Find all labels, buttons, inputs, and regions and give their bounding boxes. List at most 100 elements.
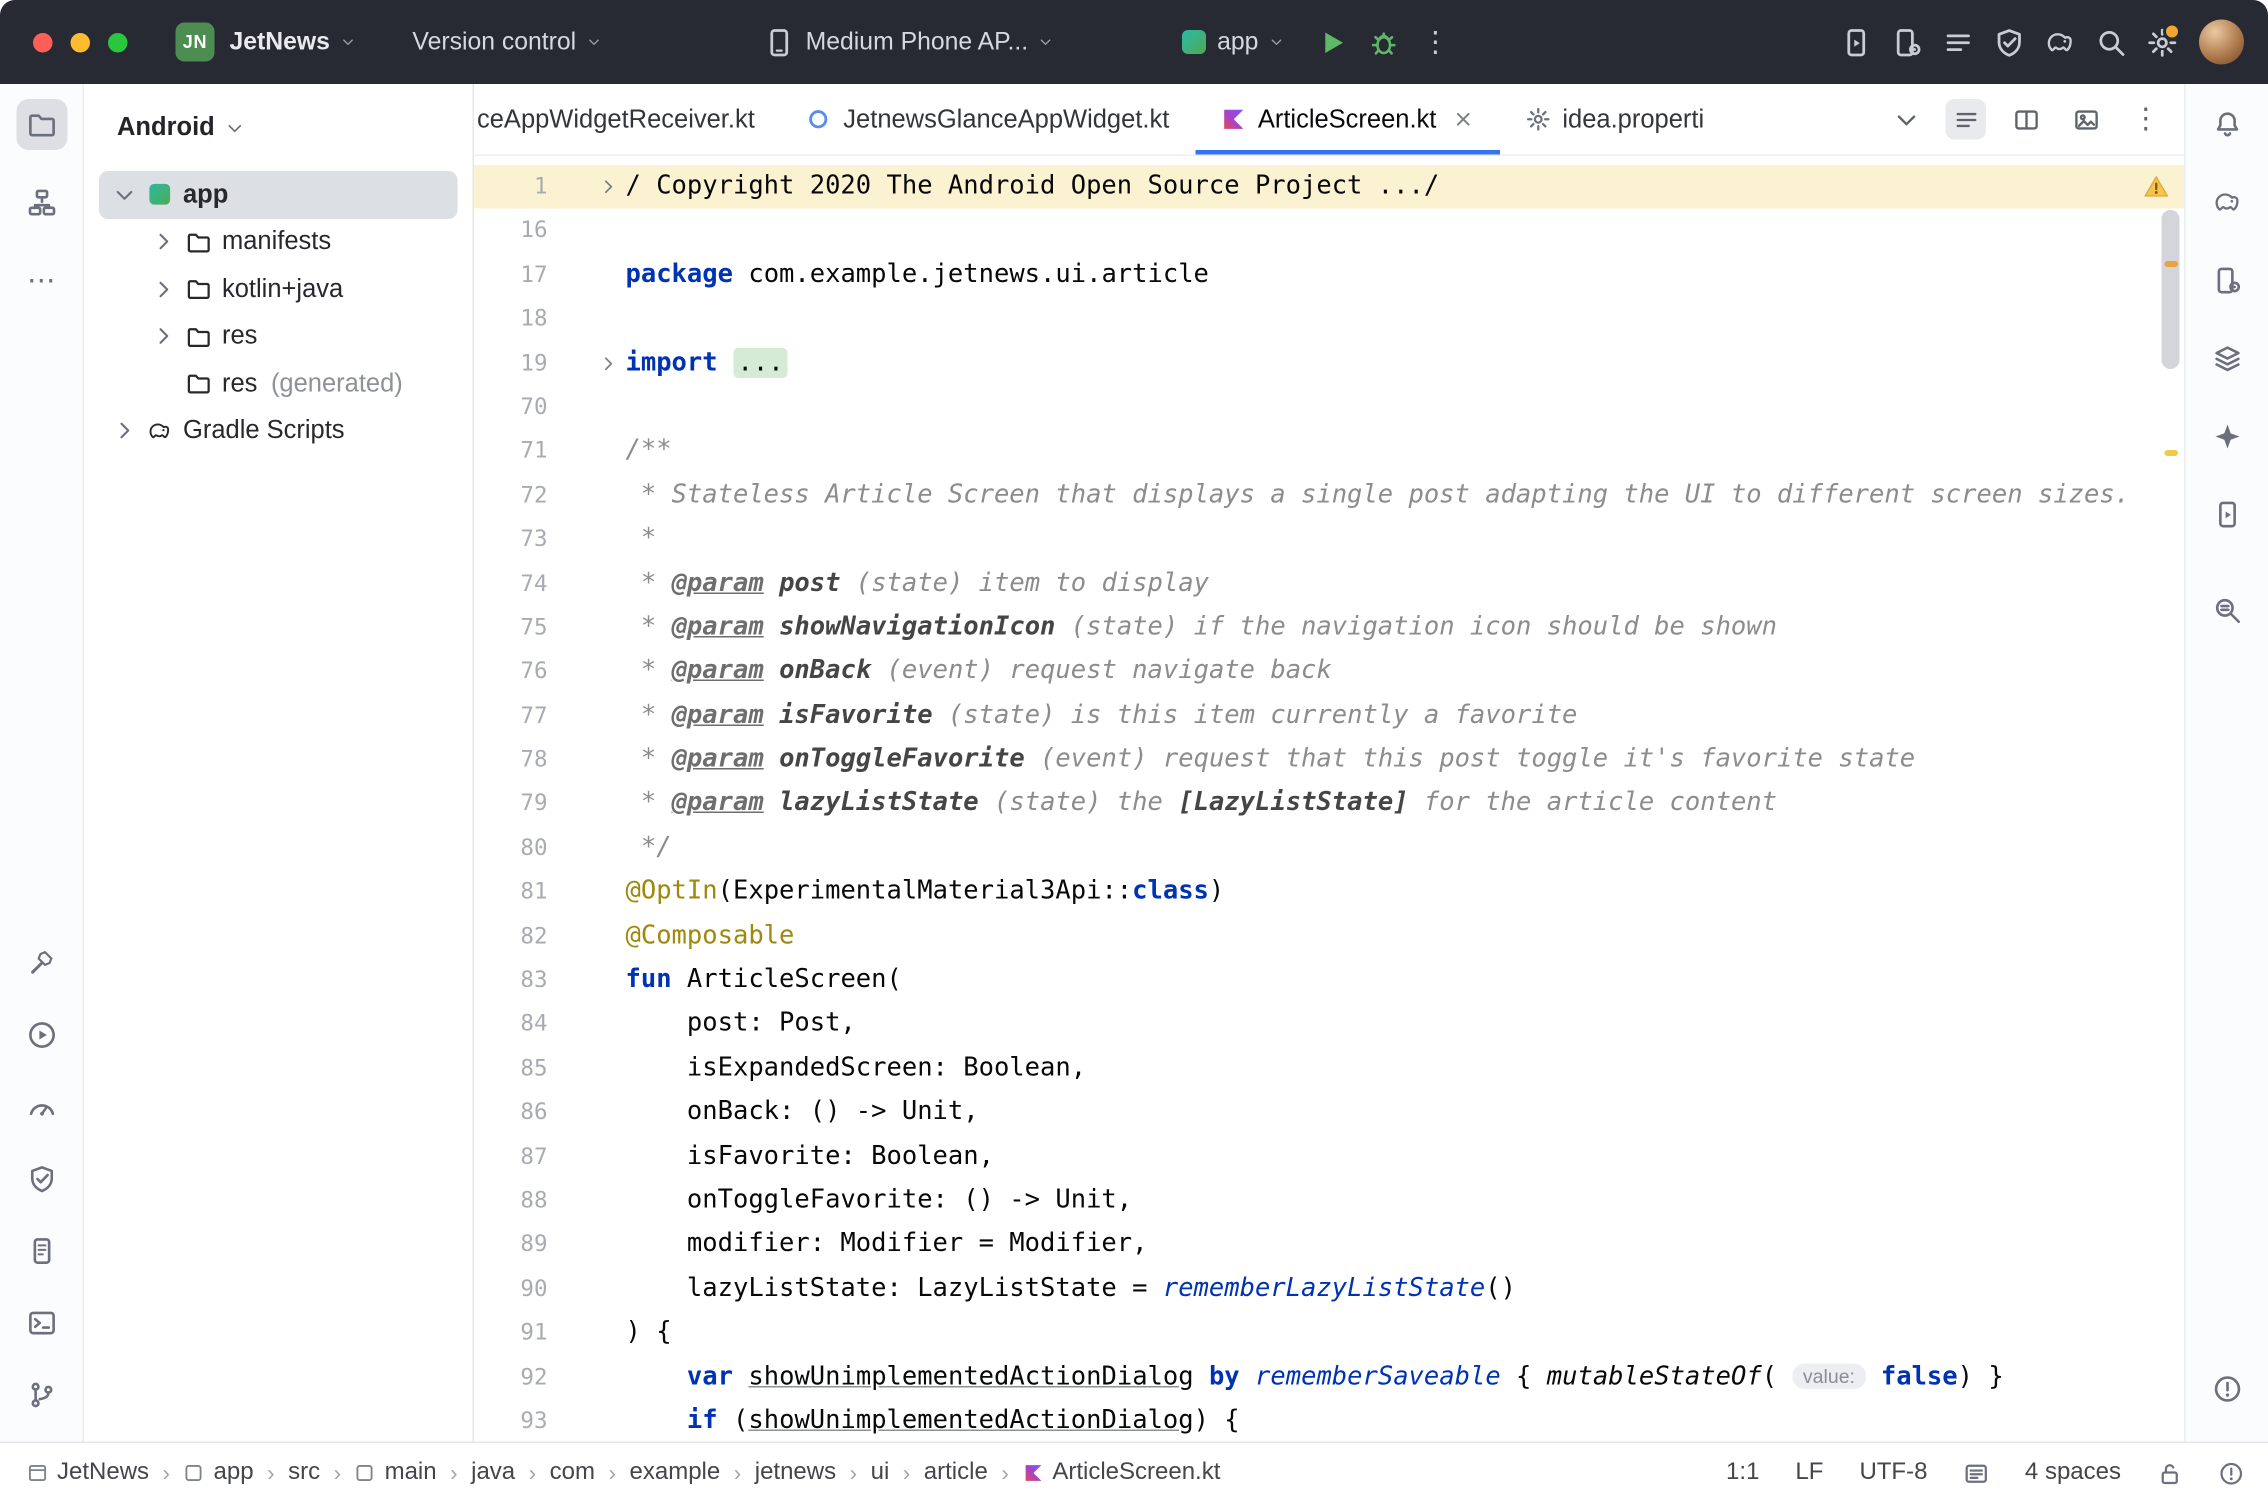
project-view-selector[interactable]: Android [84, 84, 473, 162]
profiler-tool-button[interactable] [16, 1081, 67, 1132]
find-tool-button[interactable] [2201, 585, 2252, 636]
fold-gutter [548, 1179, 626, 1223]
fold-gutter [548, 1399, 626, 1441]
tree-item-res[interactable]: res [84, 313, 473, 360]
tree-item-manifests[interactable]: manifests [84, 218, 473, 265]
tree-item-gradle-scripts[interactable]: Gradle Scripts [84, 407, 473, 454]
hidden-tabs-dropdown[interactable] [1886, 99, 1927, 140]
preview-button[interactable] [2066, 99, 2107, 140]
module-icon [355, 1463, 376, 1484]
run-config-icon [1183, 30, 1207, 54]
breadcrumb-com[interactable]: com [550, 1460, 595, 1487]
breadcrumb-article[interactable]: article [924, 1460, 988, 1487]
chevron-down-icon [1269, 35, 1284, 50]
indent-style[interactable]: 4 spaces [2025, 1460, 2121, 1487]
project-logo[interactable]: JN [176, 23, 215, 62]
close-icon[interactable] [1451, 108, 1474, 131]
project-tool-button[interactable] [16, 99, 67, 150]
search-everywhere-button[interactable] [2085, 17, 2136, 68]
breadcrumb-src[interactable]: src [288, 1460, 320, 1487]
version-control-tool-button[interactable] [16, 1369, 67, 1420]
reader-mode-icon[interactable] [1963, 1460, 1989, 1486]
code-text: * Stateless Article Screen that displays… [626, 474, 2185, 518]
tab-label: idea.properti [1562, 104, 1704, 134]
terminal-tool-button[interactable] [16, 1297, 67, 1348]
file-encoding[interactable]: UTF-8 [1859, 1460, 1927, 1487]
device-manager-tool-button[interactable] [2201, 255, 2252, 306]
run-config-label: app [1217, 28, 1258, 57]
editor-scrollbar-thumb[interactable] [2162, 210, 2180, 369]
breadcrumb-jetnews[interactable]: JetNews [27, 1460, 149, 1487]
user-avatar[interactable] [2199, 20, 2244, 65]
gear-file-icon [1525, 107, 1551, 133]
project-menu[interactable]: JetNews [230, 28, 356, 57]
editor-list-button[interactable] [1946, 99, 1987, 140]
gradle-elephant-icon [2212, 188, 2242, 218]
scrollbar-warning-mark[interactable] [2165, 450, 2179, 456]
structure-icon [26, 188, 56, 218]
run-configuration-selector[interactable]: app [1183, 28, 1284, 57]
file-lock-icon[interactable] [2157, 1460, 2183, 1486]
fold-gutter [548, 606, 626, 650]
fold-gutter [548, 1091, 626, 1135]
tab-article-screen[interactable]: ArticleScreen.kt [1195, 84, 1500, 155]
minimize-window-button[interactable] [71, 32, 91, 52]
breadcrumb-app[interactable]: app [184, 1460, 254, 1487]
tree-item-kotlin-java[interactable]: kotlin+java [84, 266, 473, 313]
device-manager-button[interactable] [1881, 17, 1932, 68]
code-line: 83fun ArticleScreen( [474, 959, 2184, 1003]
logcat-button[interactable] [1932, 17, 1983, 68]
tab-idea-properties[interactable]: idea.properti [1499, 84, 1724, 155]
settings-button[interactable] [2136, 17, 2187, 68]
chevron-spacer [152, 372, 176, 396]
line-separator[interactable]: LF [1795, 1460, 1823, 1487]
code-text: isExpandedScreen: Boolean, [626, 1047, 2185, 1091]
error-indicator-icon[interactable] [2219, 1460, 2245, 1486]
run-button[interactable] [1308, 17, 1359, 68]
fold-gutter[interactable] [548, 341, 626, 385]
notifications-tool-button[interactable] [2201, 99, 2252, 150]
code-text: isFavorite: Boolean, [626, 1135, 2185, 1179]
breadcrumb-ui[interactable]: ui [871, 1460, 890, 1487]
tab-app-widget-receiver[interactable]: ceAppWidgetReceiver.kt [474, 84, 780, 155]
gradle-tool-button[interactable] [2201, 177, 2252, 228]
run-tool-button[interactable] [16, 1009, 67, 1060]
editor-options-button[interactable]: ⋮ [2126, 99, 2167, 140]
zoom-window-button[interactable] [108, 32, 128, 52]
tree-item-app[interactable]: app [84, 171, 473, 218]
breadcrumb-articlescreen-kt[interactable]: ArticleScreen.kt [1022, 1460, 1220, 1487]
problems-tool-button[interactable] [2201, 1363, 2252, 1414]
fold-gutter [548, 297, 626, 341]
gauge-icon [26, 1091, 56, 1121]
breadcrumb-jetnews[interactable]: jetnews [755, 1460, 836, 1487]
app-inspection-tool-button[interactable] [16, 1153, 67, 1204]
debug-button[interactable] [1359, 17, 1410, 68]
fold-gutter[interactable] [548, 165, 626, 209]
build-tool-button[interactable] [16, 937, 67, 988]
vcs-menu[interactable]: Version control [412, 28, 601, 57]
breadcrumb-java[interactable]: java [471, 1460, 515, 1487]
more-tool-windows-button[interactable]: ⋯ [16, 255, 67, 306]
tab-jetnews-glance-app-widget[interactable]: JetnewsGlanceAppWidget.kt [780, 84, 1195, 155]
device-explorer-tool-button[interactable] [16, 1225, 67, 1276]
running-devices-button[interactable] [1830, 17, 1881, 68]
caret-position[interactable]: 1:1 [1726, 1460, 1759, 1487]
code-text: * @param lazyListState (state) the [Lazy… [626, 782, 2185, 826]
app-quality-insights-button[interactable] [1983, 17, 2034, 68]
build-variants-tool-button[interactable] [2201, 333, 2252, 384]
device-selector[interactable]: Medium Phone AP... [764, 26, 1054, 58]
warning-icon[interactable] [2144, 174, 2170, 200]
close-window-button[interactable] [33, 32, 53, 52]
gemini-tool-button[interactable] [2201, 411, 2252, 462]
tree-item-res-generated[interactable]: res(generated) [84, 360, 473, 407]
structure-tool-button[interactable] [16, 177, 67, 228]
scrollbar-warning-mark[interactable] [2165, 261, 2179, 267]
editor[interactable]: 1/ Copyright 2020 The Android Open Sourc… [474, 156, 2184, 1441]
split-editor-button[interactable] [2006, 99, 2047, 140]
bell-icon [2212, 110, 2242, 140]
more-run-actions-button[interactable]: ⋮ [1410, 17, 1461, 68]
breadcrumb-main[interactable]: main [355, 1460, 437, 1487]
running-devices-tool-button[interactable] [2201, 489, 2252, 540]
breadcrumb-example[interactable]: example [630, 1460, 721, 1487]
gradle-sync-button[interactable] [2034, 17, 2085, 68]
